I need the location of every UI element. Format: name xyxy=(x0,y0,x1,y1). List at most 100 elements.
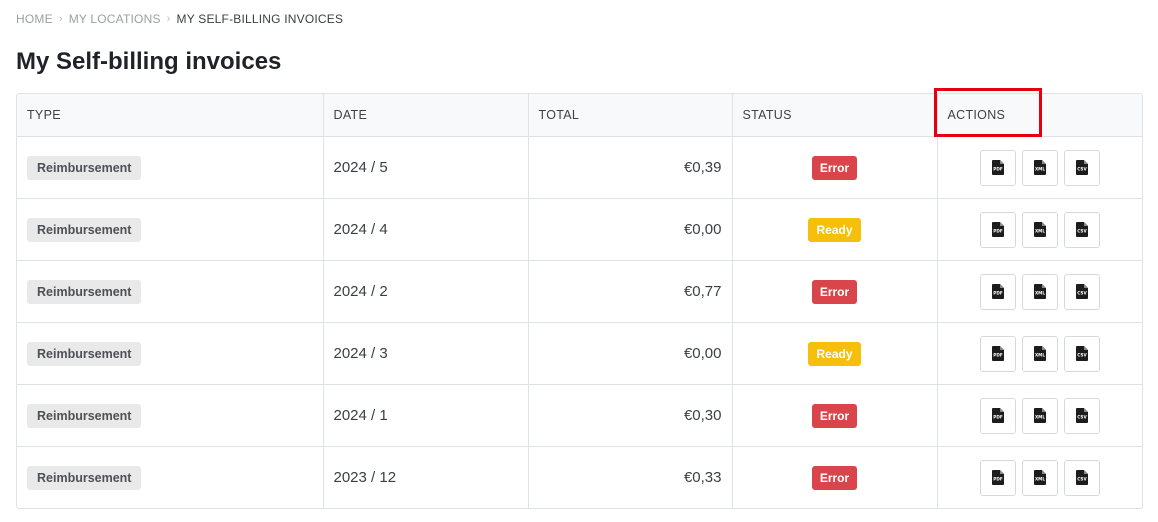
column-header-actions: ACTIONS xyxy=(937,94,1142,137)
svg-text:XML: XML xyxy=(1035,353,1045,358)
svg-text:XML: XML xyxy=(1035,291,1045,296)
xml-download-button[interactable]: XML xyxy=(1021,459,1058,496)
xml-download-button[interactable]: XML xyxy=(1021,211,1058,248)
cell-status: Error xyxy=(732,446,938,508)
cell-type: Reimbursement xyxy=(17,260,324,323)
pdf-download-button[interactable]: PDF xyxy=(979,211,1016,248)
cell-actions: PDF XML CSV xyxy=(937,384,1142,447)
svg-text:PDF: PDF xyxy=(993,291,1003,296)
column-header-date: DATE xyxy=(323,94,529,137)
csv-download-button[interactable]: CSV xyxy=(1063,149,1100,186)
status-badge: Ready xyxy=(808,217,861,242)
csv-download-button[interactable]: CSV xyxy=(1063,273,1100,310)
column-header-status: STATUS xyxy=(732,94,938,137)
pdf-download-button[interactable]: PDF xyxy=(979,397,1016,434)
cell-type: Reimbursement xyxy=(17,198,324,261)
breadcrumb-separator-icon: › xyxy=(58,13,63,25)
xml-download-button[interactable]: XML xyxy=(1021,397,1058,434)
cell-date: 2024 / 1 xyxy=(323,384,529,447)
table-row: Reimbursement 2023 / 12 €0,33 Error PDF X… xyxy=(17,446,1142,508)
svg-text:CSV: CSV xyxy=(1077,477,1087,482)
xml-file-icon: XML xyxy=(1033,160,1046,175)
breadcrumb-current: MY SELF-BILLING INVOICES xyxy=(176,12,344,26)
cell-total: €0,39 xyxy=(528,136,733,199)
csv-file-icon: CSV xyxy=(1075,408,1088,423)
status-badge: Error xyxy=(811,279,858,304)
invoices-table: TYPE DATE TOTAL STATUS ACTIONS Reimburse… xyxy=(17,94,1142,508)
svg-text:CSV: CSV xyxy=(1077,167,1087,172)
cell-status: Error xyxy=(732,384,938,447)
pdf-download-button[interactable]: PDF xyxy=(979,459,1016,496)
pdf-file-icon: PDF xyxy=(991,470,1004,485)
svg-text:XML: XML xyxy=(1035,415,1045,420)
pdf-file-icon: PDF xyxy=(991,160,1004,175)
cell-total: €0,77 xyxy=(528,260,733,323)
table-row: Reimbursement 2024 / 4 €0,00 Ready PDF XM… xyxy=(17,198,1142,261)
table-row: Reimbursement 2024 / 3 €0,00 Ready PDF XM… xyxy=(17,322,1142,385)
cell-status: Error xyxy=(732,260,938,323)
svg-text:PDF: PDF xyxy=(993,353,1003,358)
page-title: My Self-billing invoices xyxy=(16,48,282,75)
xml-file-icon: XML xyxy=(1033,470,1046,485)
csv-download-button[interactable]: CSV xyxy=(1063,211,1100,248)
xml-download-button[interactable]: XML xyxy=(1021,335,1058,372)
xml-file-icon: XML xyxy=(1033,346,1046,361)
csv-download-button[interactable]: CSV xyxy=(1063,459,1100,496)
csv-file-icon: CSV xyxy=(1075,160,1088,175)
table-row: Reimbursement 2024 / 5 €0,39 Error PDF XM… xyxy=(17,136,1142,199)
cell-actions: PDF XML CSV xyxy=(937,198,1142,261)
csv-file-icon: CSV xyxy=(1075,346,1088,361)
table-header-row: TYPE DATE TOTAL STATUS ACTIONS xyxy=(17,94,1142,137)
xml-download-button[interactable]: XML xyxy=(1021,149,1058,186)
svg-text:PDF: PDF xyxy=(993,477,1003,482)
type-badge: Reimbursement xyxy=(27,341,142,366)
pdf-download-button[interactable]: PDF xyxy=(979,273,1016,310)
svg-text:CSV: CSV xyxy=(1077,229,1087,234)
cell-actions: PDF XML CSV xyxy=(937,260,1142,323)
row-actions: PDF XML CSV xyxy=(979,397,1100,434)
cell-status: Error xyxy=(732,136,938,199)
column-header-total: TOTAL xyxy=(528,94,733,137)
svg-text:XML: XML xyxy=(1035,167,1045,172)
cell-type: Reimbursement xyxy=(17,446,324,508)
cell-total: €0,00 xyxy=(528,322,733,385)
cell-date: 2023 / 12 xyxy=(323,446,529,508)
csv-file-icon: CSV xyxy=(1075,284,1088,299)
status-badge: Error xyxy=(811,465,858,490)
invoices-table-container: TYPE DATE TOTAL STATUS ACTIONS Reimburse… xyxy=(16,93,1143,509)
status-badge: Error xyxy=(811,403,858,428)
pdf-file-icon: PDF xyxy=(991,222,1004,237)
csv-download-button[interactable]: CSV xyxy=(1063,397,1100,434)
svg-text:CSV: CSV xyxy=(1077,415,1087,420)
cell-total: €0,30 xyxy=(528,384,733,447)
cell-actions: PDF XML CSV xyxy=(937,136,1142,199)
type-badge: Reimbursement xyxy=(27,155,142,180)
csv-download-button[interactable]: CSV xyxy=(1063,335,1100,372)
row-actions: PDF XML CSV xyxy=(979,211,1100,248)
breadcrumb-separator-icon: › xyxy=(166,13,171,25)
svg-text:PDF: PDF xyxy=(993,229,1003,234)
breadcrumb: HOME › MY LOCATIONS › MY SELF-BILLING IN… xyxy=(16,12,343,26)
breadcrumb-home[interactable]: HOME xyxy=(16,12,53,26)
cell-type: Reimbursement xyxy=(17,322,324,385)
csv-file-icon: CSV xyxy=(1075,222,1088,237)
cell-status: Ready xyxy=(732,198,938,261)
type-badge: Reimbursement xyxy=(27,279,142,304)
svg-text:XML: XML xyxy=(1035,477,1045,482)
row-actions: PDF XML CSV xyxy=(979,273,1100,310)
cell-type: Reimbursement xyxy=(17,136,324,199)
xml-file-icon: XML xyxy=(1033,284,1046,299)
breadcrumb-my-locations[interactable]: MY LOCATIONS xyxy=(69,12,161,26)
xml-file-icon: XML xyxy=(1033,408,1046,423)
pdf-download-button[interactable]: PDF xyxy=(979,149,1016,186)
cell-total: €0,33 xyxy=(528,446,733,508)
svg-text:PDF: PDF xyxy=(993,415,1003,420)
cell-date: 2024 / 4 xyxy=(323,198,529,261)
pdf-download-button[interactable]: PDF xyxy=(979,335,1016,372)
pdf-file-icon: PDF xyxy=(991,408,1004,423)
svg-text:CSV: CSV xyxy=(1077,291,1087,296)
svg-text:CSV: CSV xyxy=(1077,353,1087,358)
xml-download-button[interactable]: XML xyxy=(1021,273,1058,310)
cell-status: Ready xyxy=(732,322,938,385)
status-badge: Ready xyxy=(808,341,861,366)
